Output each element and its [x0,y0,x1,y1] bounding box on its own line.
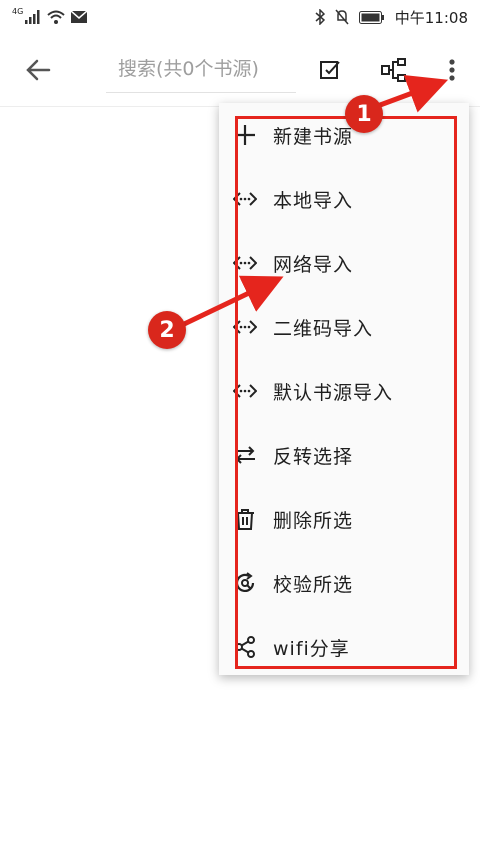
annotation-arrow-2 [177,275,284,329]
annotation-arrow-1 [369,74,449,113]
annotation-badge-1: 1 [345,95,383,133]
annotation-badge-2: 2 [148,311,186,349]
annotation-arrows [177,74,449,329]
